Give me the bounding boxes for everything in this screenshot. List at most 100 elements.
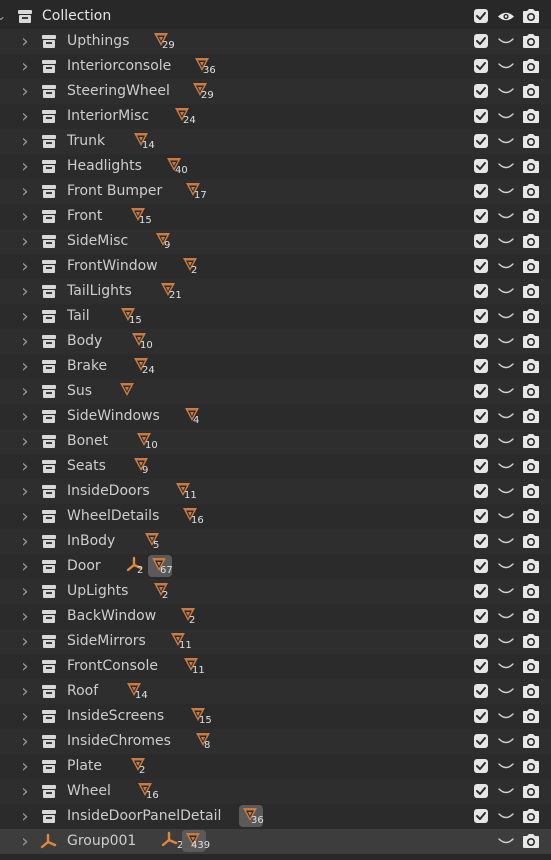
exclude-checkbox[interactable] bbox=[474, 509, 488, 523]
exclude-checkbox[interactable] bbox=[474, 759, 488, 773]
camera-icon[interactable] bbox=[522, 783, 540, 799]
exclude-checkbox[interactable] bbox=[474, 709, 488, 723]
exclude-checkbox[interactable] bbox=[474, 259, 488, 273]
camera-icon[interactable] bbox=[522, 583, 540, 599]
collection-row[interactable]: › Brake 24 bbox=[0, 354, 551, 379]
eye-closed-icon[interactable] bbox=[497, 160, 515, 173]
camera-icon[interactable] bbox=[522, 308, 540, 324]
eye-closed-icon[interactable] bbox=[497, 660, 515, 673]
eye-closed-icon[interactable] bbox=[497, 285, 515, 298]
camera-icon[interactable] bbox=[522, 633, 540, 649]
camera-icon[interactable] bbox=[522, 408, 540, 424]
exclude-checkbox[interactable] bbox=[474, 584, 488, 598]
chevron-right-icon[interactable]: › bbox=[18, 604, 32, 629]
eye-closed-icon[interactable] bbox=[497, 35, 515, 48]
chevron-right-icon[interactable]: › bbox=[18, 679, 32, 704]
exclude-checkbox[interactable] bbox=[474, 784, 488, 798]
exclude-checkbox[interactable] bbox=[474, 809, 488, 823]
camera-icon[interactable] bbox=[522, 108, 540, 124]
chevron-right-icon[interactable]: › bbox=[18, 804, 32, 829]
exclude-checkbox[interactable] bbox=[474, 634, 488, 648]
camera-icon[interactable] bbox=[522, 608, 540, 624]
eye-closed-icon[interactable] bbox=[497, 60, 515, 73]
chevron-right-icon[interactable]: › bbox=[18, 579, 32, 604]
camera-icon[interactable] bbox=[522, 683, 540, 699]
collection-row[interactable]: › Interiorconsole 36 bbox=[0, 54, 551, 79]
chevron-right-icon[interactable]: › bbox=[18, 129, 32, 154]
exclude-checkbox[interactable] bbox=[474, 659, 488, 673]
collection-row[interactable]: › InsideChromes 8 bbox=[0, 729, 551, 754]
camera-icon[interactable] bbox=[522, 733, 540, 749]
collection-row[interactable]: › Bonet 10 bbox=[0, 429, 551, 454]
chevron-down-icon[interactable]: ⌄ bbox=[0, 4, 8, 29]
exclude-checkbox[interactable] bbox=[474, 559, 488, 573]
exclude-checkbox[interactable] bbox=[474, 384, 488, 398]
exclude-checkbox[interactable] bbox=[474, 534, 488, 548]
collection-row[interactable]: › Upthings 29 bbox=[0, 29, 551, 54]
camera-icon[interactable] bbox=[522, 233, 540, 249]
collection-row[interactable]: › InBody 5 bbox=[0, 529, 551, 554]
eye-closed-icon[interactable] bbox=[497, 485, 515, 498]
camera-icon[interactable] bbox=[522, 358, 540, 374]
chevron-right-icon[interactable]: › bbox=[18, 354, 32, 379]
collection-row[interactable]: › TailLights 21 bbox=[0, 279, 551, 304]
camera-icon[interactable] bbox=[522, 483, 540, 499]
chevron-right-icon[interactable]: › bbox=[18, 704, 32, 729]
collection-row[interactable]: › Wheel 16 bbox=[0, 779, 551, 804]
eye-closed-icon[interactable] bbox=[497, 760, 515, 773]
eye-closed-icon[interactable] bbox=[497, 335, 515, 348]
camera-icon[interactable] bbox=[522, 833, 540, 849]
eye-open-icon[interactable] bbox=[497, 10, 515, 23]
chevron-right-icon[interactable]: › bbox=[18, 154, 32, 179]
chevron-right-icon[interactable]: › bbox=[18, 454, 32, 479]
chevron-right-icon[interactable]: › bbox=[18, 254, 32, 279]
camera-icon[interactable] bbox=[522, 83, 540, 99]
camera-icon[interactable] bbox=[522, 433, 540, 449]
exclude-checkbox[interactable] bbox=[474, 684, 488, 698]
eye-closed-icon[interactable] bbox=[497, 435, 515, 448]
eye-closed-icon[interactable] bbox=[497, 135, 515, 148]
object-row-group001[interactable]: › Group001 2 439 bbox=[0, 829, 551, 854]
eye-closed-icon[interactable] bbox=[497, 835, 515, 848]
collection-row[interactable]: › Seats 9 bbox=[0, 454, 551, 479]
chevron-right-icon[interactable]: › bbox=[18, 79, 32, 104]
chevron-right-icon[interactable]: › bbox=[18, 554, 32, 579]
camera-icon[interactable] bbox=[522, 458, 540, 474]
camera-icon[interactable] bbox=[522, 58, 540, 74]
collection-row[interactable]: › Headlights 40 bbox=[0, 154, 551, 179]
chevron-right-icon[interactable]: › bbox=[18, 279, 32, 304]
eye-closed-icon[interactable] bbox=[497, 685, 515, 698]
collection-row[interactable]: › FrontConsole 11 bbox=[0, 654, 551, 679]
chevron-right-icon[interactable]: › bbox=[18, 29, 32, 54]
chevron-right-icon[interactable]: › bbox=[18, 329, 32, 354]
camera-icon[interactable] bbox=[522, 708, 540, 724]
exclude-checkbox[interactable] bbox=[474, 34, 488, 48]
collection-row[interactable]: › SideWindows 4 bbox=[0, 404, 551, 429]
camera-icon[interactable] bbox=[522, 558, 540, 574]
collection-row[interactable]: › UpLights 2 bbox=[0, 579, 551, 604]
eye-closed-icon[interactable] bbox=[497, 735, 515, 748]
camera-icon[interactable] bbox=[522, 158, 540, 174]
eye-closed-icon[interactable] bbox=[497, 710, 515, 723]
collection-row[interactable]: › Sus bbox=[0, 379, 551, 404]
chevron-right-icon[interactable]: › bbox=[18, 379, 32, 404]
exclude-checkbox[interactable] bbox=[474, 409, 488, 423]
eye-closed-icon[interactable] bbox=[497, 510, 515, 523]
camera-icon[interactable] bbox=[522, 383, 540, 399]
collection-row[interactable]: › Roof 14 bbox=[0, 679, 551, 704]
chevron-right-icon[interactable]: › bbox=[18, 754, 32, 779]
eye-closed-icon[interactable] bbox=[497, 85, 515, 98]
chevron-right-icon[interactable]: › bbox=[18, 404, 32, 429]
chevron-right-icon[interactable]: › bbox=[18, 229, 32, 254]
collection-row[interactable]: › InsideDoors 11 bbox=[0, 479, 551, 504]
chevron-right-icon[interactable]: › bbox=[18, 54, 32, 79]
collection-row[interactable]: › InsideScreens 15 bbox=[0, 704, 551, 729]
chevron-right-icon[interactable]: › bbox=[18, 479, 32, 504]
camera-icon[interactable] bbox=[522, 508, 540, 524]
chevron-right-icon[interactable]: › bbox=[18, 304, 32, 329]
camera-icon[interactable] bbox=[522, 658, 540, 674]
exclude-checkbox[interactable] bbox=[474, 609, 488, 623]
camera-icon[interactable] bbox=[522, 33, 540, 49]
camera-icon[interactable] bbox=[522, 533, 540, 549]
eye-closed-icon[interactable] bbox=[497, 260, 515, 273]
